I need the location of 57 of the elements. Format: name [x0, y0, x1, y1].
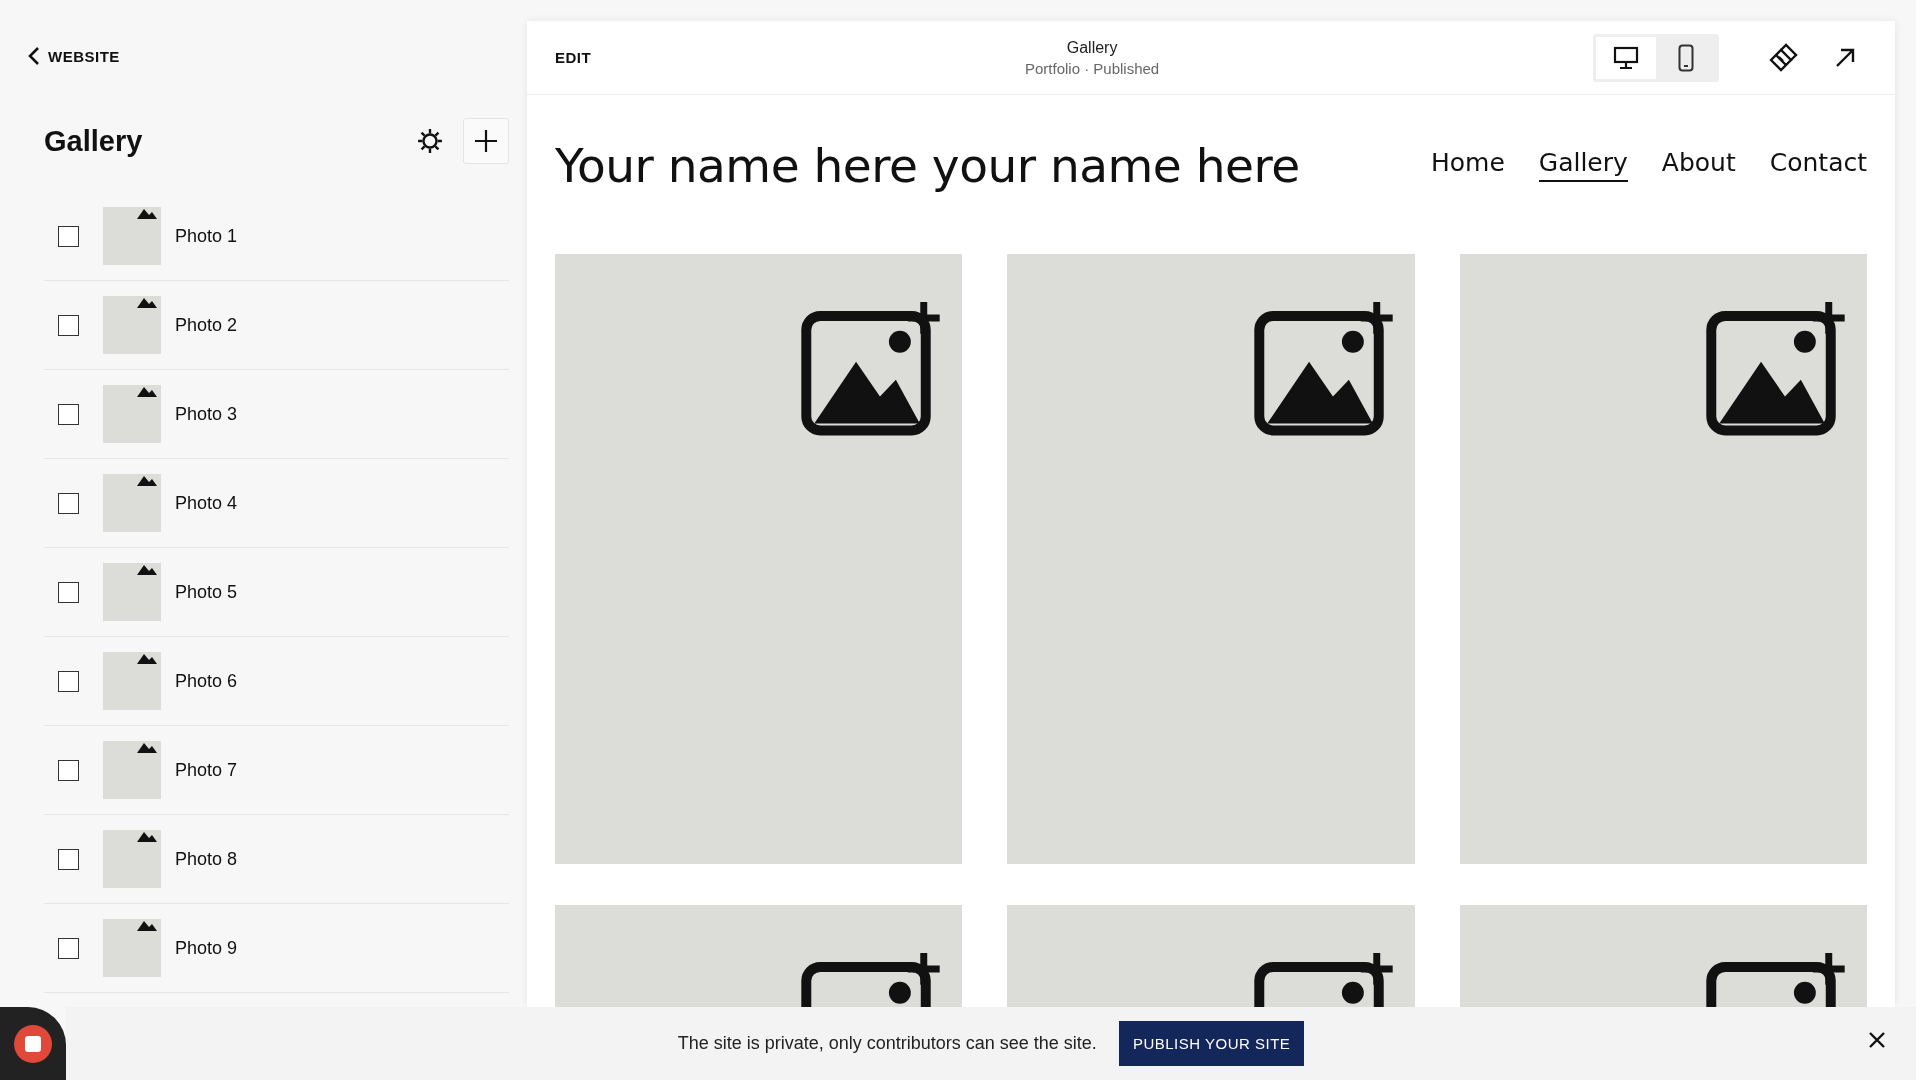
image-placeholder[interactable]	[1007, 905, 1415, 1007]
checkbox[interactable]	[58, 581, 79, 603]
nav-link[interactable]: Home	[1430, 148, 1505, 182]
photo-label: Photo 9	[175, 937, 238, 959]
photo-label: Photo 6	[175, 670, 238, 692]
close-icon	[1868, 1031, 1886, 1049]
nav-link[interactable]: Contact	[1769, 148, 1867, 182]
checkbox[interactable]	[58, 937, 79, 959]
notice-message: The site is private, only contributors can see the site.	[677, 1033, 1097, 1054]
photo-label: Photo 7	[175, 759, 238, 781]
photo-label: Photo 2	[175, 314, 238, 336]
image-placeholder[interactable]	[1007, 254, 1415, 864]
photo-thumbnail[interactable]	[103, 207, 161, 265]
checkbox[interactable]	[58, 403, 79, 425]
record-button[interactable]	[0, 1007, 66, 1080]
checkbox[interactable]	[58, 759, 79, 781]
photo-thumbnail[interactable]	[103, 385, 161, 443]
photo-thumbnail[interactable]	[103, 296, 161, 354]
page-title: Gallery	[1066, 38, 1118, 57]
settings-icon	[417, 128, 443, 154]
photo-label: Photo 3	[175, 403, 238, 425]
arrow-up-right-icon	[1834, 46, 1856, 69]
stop-icon	[14, 1024, 52, 1063]
desktop-view-button[interactable]	[1596, 36, 1656, 79]
sidebar-title: Gallery	[44, 124, 144, 158]
photo-thumbnail[interactable]	[103, 652, 161, 710]
chevron-left-icon	[28, 46, 40, 66]
image-placeholder[interactable]	[555, 254, 963, 864]
checkbox[interactable]	[58, 848, 79, 870]
photo-label: Photo 1	[175, 225, 238, 247]
monitor-icon	[1613, 45, 1639, 70]
photo-thumbnail[interactable]	[103, 741, 161, 799]
image-placeholder[interactable]	[1459, 254, 1867, 864]
paintbrush-icon	[1768, 42, 1798, 73]
photo-label: Photo 8	[175, 848, 238, 870]
nav-link[interactable]: About	[1661, 148, 1736, 182]
checkbox[interactable]	[58, 492, 79, 514]
photo-thumbnail[interactable]	[103, 474, 161, 532]
publish-button[interactable]: PUBLISH YOUR SITE	[1118, 1021, 1305, 1066]
photo-thumbnail[interactable]	[103, 919, 161, 977]
photo-thumbnail[interactable]	[103, 563, 161, 621]
photo-label: Photo 5	[175, 581, 238, 603]
phone-icon	[1678, 43, 1694, 72]
photo-label: Photo 4	[175, 492, 238, 514]
image-placeholder[interactable]	[1459, 905, 1867, 1007]
photo-thumbnail[interactable]	[103, 830, 161, 888]
plus-icon	[474, 129, 498, 153]
page-subtitle: Portfolio · Published	[1024, 59, 1160, 77]
back-link[interactable]: WEBSITE	[28, 46, 120, 66]
checkbox[interactable]	[58, 670, 79, 692]
nav-link[interactable]: Gallery	[1538, 148, 1628, 182]
checkbox[interactable]	[58, 225, 79, 247]
site-title: Your name here your name here	[555, 137, 1301, 193]
image-placeholder[interactable]	[555, 905, 963, 1007]
edit-label: EDIT	[555, 49, 592, 66]
checkbox[interactable]	[58, 314, 79, 336]
add-button[interactable]	[463, 118, 509, 164]
